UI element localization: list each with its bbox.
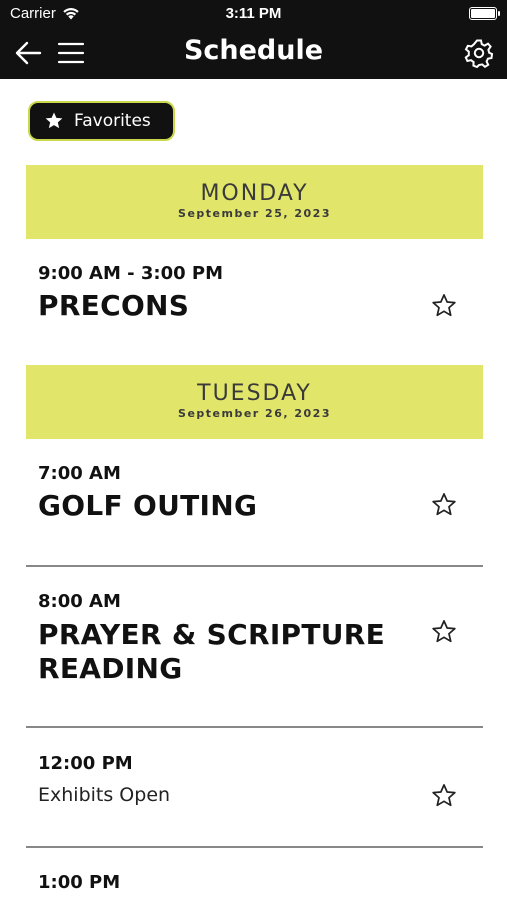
star-icon [45, 112, 63, 129]
event-row-precons[interactable]: 9:00 AM - 3:00 PM PRECONS [26, 239, 483, 365]
day-date: September 26, 2023 [178, 407, 331, 420]
favorite-star-icon[interactable] [431, 619, 457, 645]
event-time: 7:00 AM [38, 463, 121, 484]
page-title: Schedule [183, 35, 324, 66]
event-time: 8:00 AM [38, 591, 121, 612]
settings-button[interactable] [462, 37, 496, 69]
event-title: Exhibits Open [38, 784, 171, 806]
favorite-star-icon[interactable] [431, 783, 457, 809]
favorite-star-icon[interactable] [431, 293, 457, 319]
event-time: 12:00 PM [38, 753, 133, 774]
favorites-label: Favorites [74, 111, 151, 131]
status-time: 3:11 PM [225, 5, 282, 22]
battery-icon [469, 7, 500, 20]
event-title: PRAYER & SCRIPTURE READING [38, 618, 386, 685]
event-row-prayer-scripture[interactable]: 8:00 AM PRAYER & SCRIPTURE READING [26, 567, 483, 728]
event-row-golf-outing[interactable]: 7:00 AM GOLF OUTING [26, 439, 483, 567]
gear-icon [464, 39, 494, 68]
status-bar: Carrier 3:11 PM [0, 0, 507, 28]
event-time: 9:00 AM - 3:00 PM [38, 263, 224, 284]
navigation-bar: Schedule [0, 28, 507, 79]
day-name: TUESDAY [197, 381, 312, 406]
event-title: GOLF OUTING [38, 489, 258, 522]
event-time: 1:00 PM [38, 872, 121, 893]
favorites-button[interactable]: Favorites [28, 101, 175, 141]
day-name: MONDAY [200, 181, 309, 206]
favorite-star-icon[interactable] [431, 492, 457, 518]
day-header-monday: MONDAY September 25, 2023 [26, 165, 483, 239]
event-row-exhibits-open[interactable]: 12:00 PM Exhibits Open [26, 728, 483, 848]
event-row-1pm[interactable]: 1:00 PM [26, 848, 483, 900]
event-title: PRECONS [38, 289, 190, 322]
day-header-tuesday: TUESDAY September 26, 2023 [26, 365, 483, 439]
day-date: September 25, 2023 [178, 207, 331, 220]
